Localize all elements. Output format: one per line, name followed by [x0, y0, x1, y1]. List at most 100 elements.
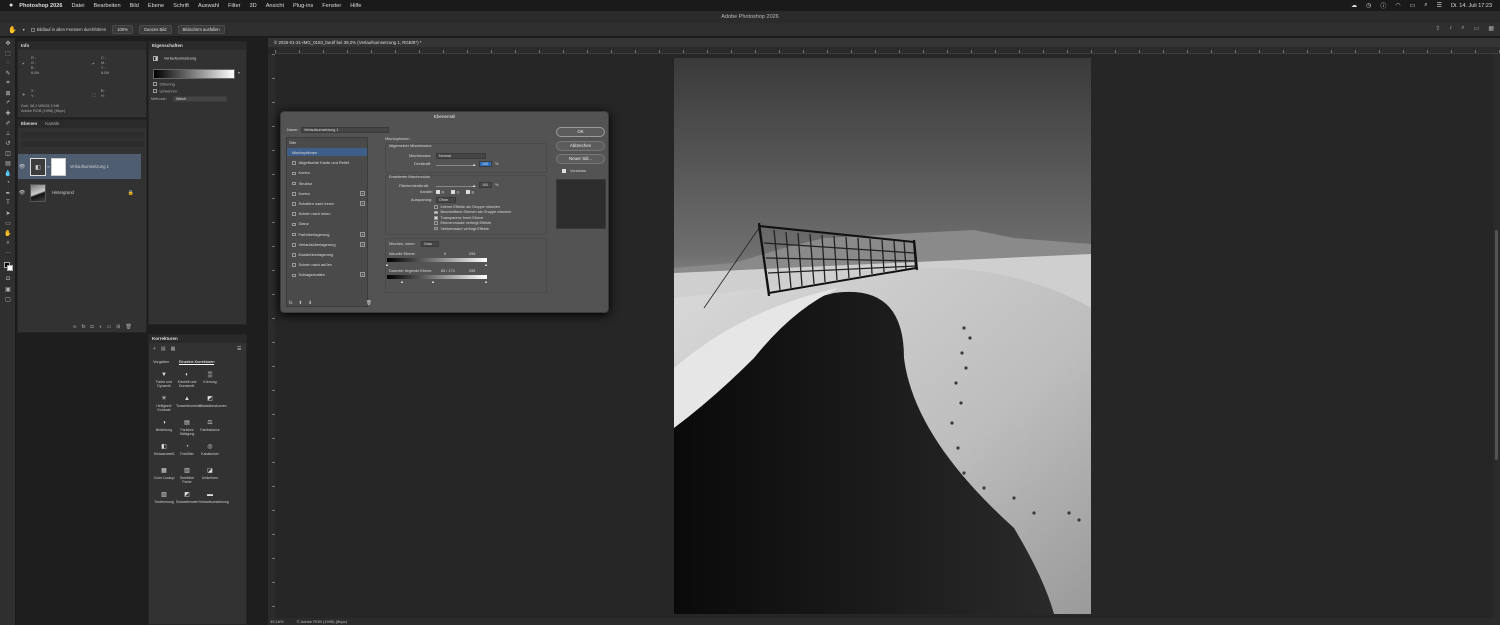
hand-tool-icon-2[interactable]: ✋: [0, 228, 16, 238]
this-high-handle-icon[interactable]: ▲: [484, 262, 488, 267]
effect-item[interactable]: Schein nach innen: [287, 209, 367, 219]
control-center-icon[interactable]: ☰: [1437, 2, 1442, 9]
correction-item[interactable]: ▤ Farbton/ Sättigung: [176, 419, 198, 436]
ruler-left[interactable]: [268, 54, 275, 618]
gradient-preview[interactable]: [153, 69, 235, 79]
visibility-eye-icon[interactable]: 👁: [18, 190, 26, 196]
menu-ansicht[interactable]: Ansicht: [266, 3, 284, 9]
correction-item[interactable]: ◧ Schwarzweiß: [153, 443, 175, 456]
marquee-tool-icon[interactable]: ⬚: [0, 48, 16, 58]
fill-screen-button[interactable]: Bildschirm ausfüllen: [177, 25, 225, 34]
delete-effect-icon[interactable]: 🗑: [366, 300, 372, 306]
quick-select-tool-icon[interactable]: ✎: [0, 68, 16, 78]
effect-item[interactable]: Verlaufsüberlagerung +: [287, 240, 367, 249]
effect-checkbox[interactable]: [292, 171, 296, 176]
reverse-option[interactable]: Umkehren: [153, 89, 177, 94]
effect-checkbox[interactable]: [292, 243, 296, 247]
this-layer-gradient[interactable]: [387, 258, 487, 262]
correction-item[interactable]: ✳ Helligkeit/ Kontrast: [153, 395, 175, 412]
add-effect-plus-icon[interactable]: +: [360, 231, 365, 237]
layer-mode-row[interactable]: [21, 141, 144, 147]
knockout-select[interactable]: Ohne: [436, 197, 456, 203]
correction-item[interactable]: ▼ Farbe und Dynamik: [153, 371, 175, 388]
under-low-handle-right-icon[interactable]: ▲: [431, 279, 435, 284]
correction-item[interactable]: ◑ Belichtung: [153, 419, 175, 432]
eraser-tool-icon[interactable]: ◫: [0, 148, 16, 158]
correction-item[interactable]: ⚖ Farbbalance: [199, 419, 221, 432]
correction-item[interactable]: ▦ Color Lookup: [153, 467, 175, 480]
layer-row[interactable]: 👁 ◧ ∞ Verlaufsumsetzung 1: [18, 154, 141, 179]
corrections-tab[interactable]: Korrekturen: [149, 335, 246, 343]
correction-item[interactable]: ◪ Umkehren: [199, 467, 221, 480]
cloud-icon[interactable]: ☁: [1351, 2, 1357, 9]
correction-item[interactable]: ◩ Schwellenwert: [176, 491, 199, 504]
menu-bild[interactable]: Bild: [130, 3, 139, 9]
menu-3d[interactable]: 3D: [250, 3, 257, 9]
document-tab[interactable]: © 2026-01-31-IMG_0153_bw.tif bei 39,2% (…: [268, 38, 1500, 47]
notifications-icon[interactable]: ♪: [1449, 25, 1452, 32]
layer-mask-thumbnail[interactable]: [50, 157, 66, 176]
menu-auswahl[interactable]: Auswahl: [198, 3, 219, 9]
menu-hilfe[interactable]: Hilfe: [350, 3, 361, 9]
this-low-handle-icon[interactable]: ▲: [385, 262, 389, 267]
stamp-tool-icon[interactable]: ⊥: [0, 128, 16, 138]
menu-datei[interactable]: Datei: [71, 3, 84, 9]
new-adjustment-icon[interactable]: ◑: [99, 324, 102, 330]
layers-tab[interactable]: Ebenen: [21, 120, 37, 128]
opacity-slider-handle-icon[interactable]: ▲: [472, 162, 476, 167]
channel-g-option[interactable]: G: [451, 190, 459, 195]
more-tools-icon[interactable]: ···: [0, 248, 16, 258]
advanced-option-checkbox[interactable]: [434, 221, 438, 225]
advanced-option-checkbox[interactable]: [434, 216, 438, 220]
healing-tool-icon[interactable]: ✚: [0, 108, 16, 118]
layer-name[interactable]: Hintergrund: [52, 190, 74, 195]
advanced-option-checkbox[interactable]: [434, 226, 438, 231]
effect-item[interactable]: Abgeflachte Kante und Relief: [287, 158, 367, 168]
apple-menu-icon[interactable]: ●: [9, 2, 13, 9]
fx-add-icon[interactable]: fx: [289, 300, 293, 306]
presets-grid-icon[interactable]: ▦: [171, 346, 176, 352]
new-group-icon[interactable]: ▭: [107, 324, 112, 330]
effect-item[interactable]: Glanz: [287, 219, 367, 229]
effect-checkbox[interactable]: [292, 253, 296, 257]
move-tool-icon[interactable]: ✥: [0, 38, 16, 48]
vertical-scroll-thumb[interactable]: [1495, 230, 1498, 460]
color-swatches-icon[interactable]: [0, 258, 16, 274]
tool-preset-chevron-icon[interactable]: ▾: [23, 27, 25, 32]
add-preset-icon[interactable]: +: [153, 346, 156, 352]
effect-checkbox[interactable]: [292, 161, 296, 165]
correction-item[interactable]: ▨ Tontrennung: [153, 491, 175, 504]
shape-tool-icon[interactable]: ▭: [0, 218, 16, 228]
channel-r-option[interactable]: R: [436, 190, 444, 195]
gradient-dropdown-icon[interactable]: ▾: [238, 70, 240, 75]
correction-item[interactable]: ◐ Klarheit und Dunstentf.: [176, 371, 198, 388]
presets-list-icon[interactable]: ▤: [161, 346, 166, 352]
clock-icon[interactable]: ◷: [1366, 2, 1371, 9]
advanced-option[interactable]: Beschnittene Ebenen als Gruppe mischen: [434, 210, 511, 214]
fill-opacity-field[interactable]: 100: [479, 182, 492, 188]
crop-tool-icon[interactable]: ⌗: [0, 78, 16, 88]
correction-item[interactable]: ◔ Fotofilter: [176, 443, 198, 456]
layer-name[interactable]: Verlaufsumsetzung 1: [70, 164, 109, 169]
pen-tool-icon[interactable]: ✒: [0, 188, 16, 198]
zoom-100-button[interactable]: 100%: [112, 25, 133, 34]
method-select[interactable]: Weich: [173, 96, 227, 102]
discover-icon[interactable]: ⌕: [1461, 25, 1464, 32]
effect-checkbox[interactable]: [292, 263, 296, 267]
fit-screen-button[interactable]: Ganzes Bild: [138, 25, 172, 34]
effect-item[interactable]: Struktur: [287, 179, 367, 188]
layer-row[interactable]: 👁 Hintergrund 🔒: [18, 180, 141, 205]
frame-tool-icon[interactable]: ⊠: [0, 88, 16, 98]
add-effect-plus-icon[interactable]: +: [360, 201, 365, 206]
properties-tab[interactable]: Eigenschaften: [149, 42, 246, 50]
correction-item[interactable]: ▒ Körnung: [199, 371, 221, 384]
menu-fenster[interactable]: Fenster: [322, 3, 341, 9]
effect-checkbox[interactable]: [292, 212, 296, 216]
preview-option[interactable]: Vorschau: [562, 169, 586, 173]
dither-option[interactable]: Dithering: [153, 82, 175, 87]
styles-label[interactable]: Stile: [289, 141, 296, 145]
under-high-handle-icon[interactable]: ▲: [484, 279, 488, 284]
correction-item[interactable]: ▥ Selektive Farbe: [176, 467, 198, 484]
add-mask-icon[interactable]: ◘: [90, 324, 93, 330]
opacity-slider[interactable]: [436, 165, 476, 166]
